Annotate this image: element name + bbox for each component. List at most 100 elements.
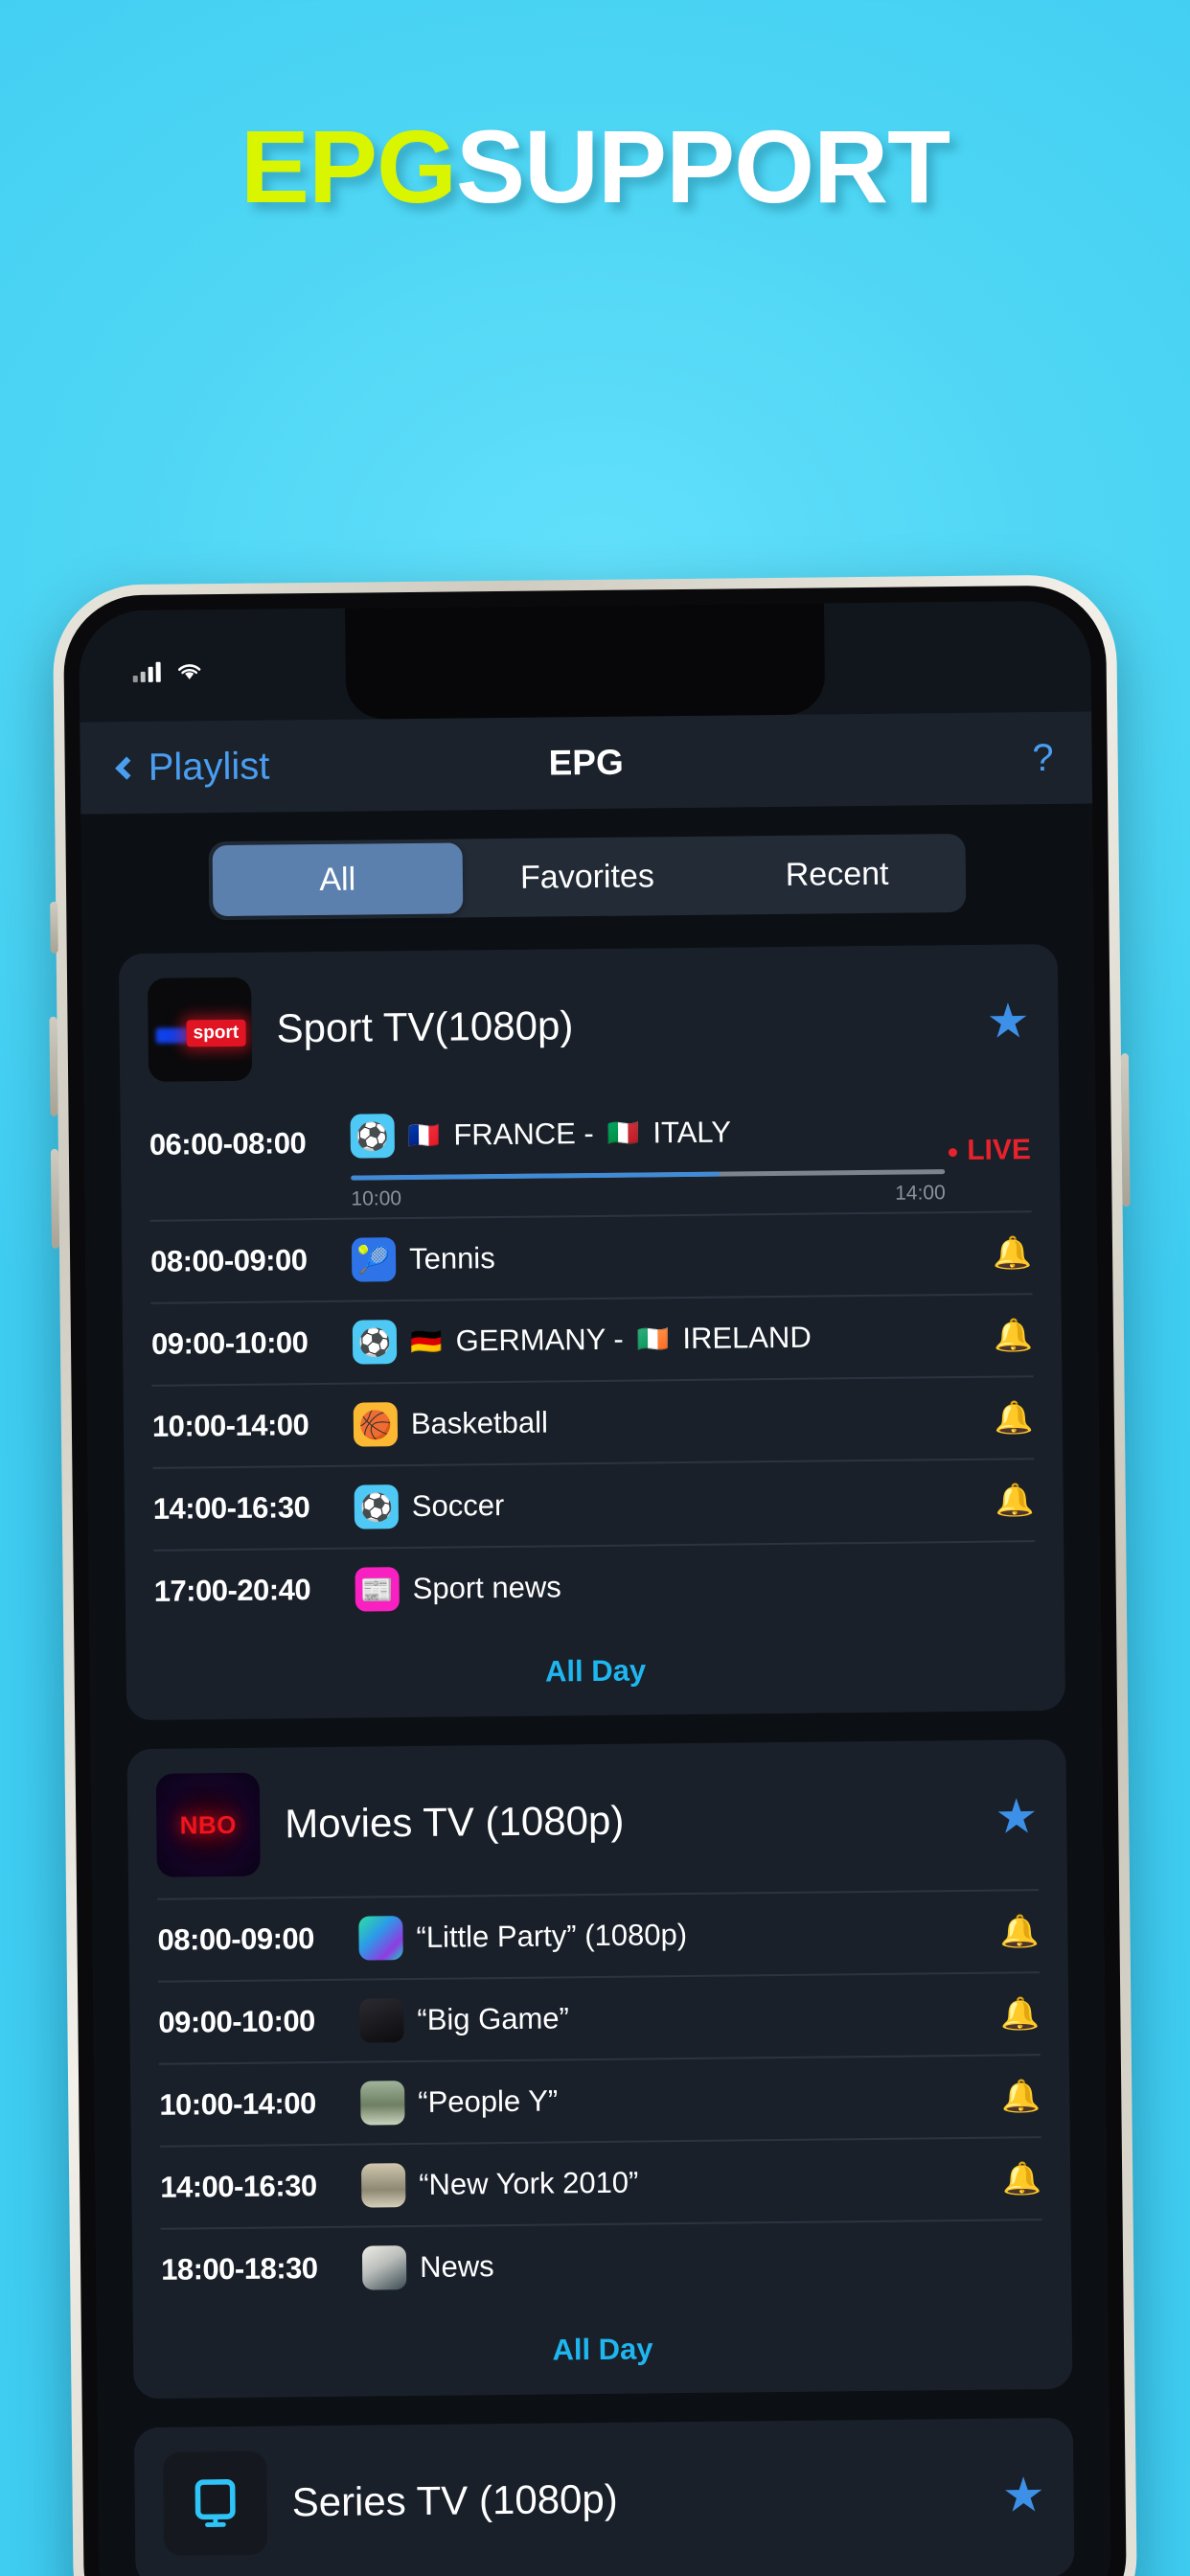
newspaper-photo-icon (361, 2245, 407, 2290)
help-button[interactable]: ? (1032, 736, 1054, 779)
reminder-bell-icon[interactable]: 🔔 (990, 1399, 1034, 1437)
program-row[interactable]: 09:00-10:00 “Big Game” 🔔 (157, 1971, 1041, 2063)
program-time: 10:00-14:00 (159, 2086, 316, 2122)
channel-logo-series-icon (163, 2450, 268, 2556)
program-row[interactable]: 14:00-16:30 “New York 2010” 🔔 (159, 2136, 1042, 2228)
channel-name: Movies TV (1080p) (285, 1797, 625, 1847)
program-row[interactable]: 08:00-09:00 🎾 Tennis 🔔 (149, 1210, 1033, 1302)
volume-down-button[interactable] (50, 1148, 59, 1249)
movie-thumbnail-icon (360, 2163, 406, 2208)
program-time: 09:00-10:00 (158, 2004, 316, 2039)
progress-bar-track (351, 1169, 946, 1181)
reminder-bell-icon[interactable]: 🔔 (997, 2160, 1041, 2197)
phone-body: Playlist EPG ? All Favorites Recent spor… (62, 585, 1128, 2576)
reminder-bell-icon[interactable]: 🔔 (988, 1234, 1032, 1272)
program-title: Sport news (412, 1570, 561, 1605)
channel-logo-nbo-icon: NBO (155, 1772, 261, 1877)
flag-ireland-icon: 🇮🇪 (636, 1324, 670, 1354)
tennis-ball-icon: 🎾 (351, 1237, 397, 1282)
progress-bar-fill (351, 1171, 720, 1181)
channel-name: Series TV (1080p) (291, 2475, 618, 2525)
segmented-control-zone: All Favorites Recent (80, 803, 1094, 954)
program-row[interactable]: 10:00-14:00 🏀 Basketball 🔔 (151, 1375, 1035, 1467)
back-button-label: Playlist (148, 745, 270, 789)
program-row-live[interactable]: 06:00-08:00 ⚽ 🇫🇷 FRANCE - 🇮🇹 ITALY 10:00… (149, 1093, 1031, 1220)
progress-end-time: 14:00 (895, 1182, 946, 1205)
back-button[interactable]: Playlist (115, 745, 270, 790)
program-title: News (419, 2249, 494, 2284)
wifi-icon (177, 664, 201, 679)
channel-card-series-tv[interactable]: Series TV (1080p) ★ (133, 2417, 1075, 2576)
program-title: “Little Party” (1080p) (416, 1918, 688, 1954)
program-time: 14:00-16:30 (152, 1490, 310, 1526)
program-row[interactable]: 08:00-09:00 “Little Party” (1080p) 🔔 (157, 1889, 1040, 1981)
program-title: “Big Game” (417, 2001, 570, 2036)
channel-logo-text: sport (186, 1019, 246, 1047)
segmented-control[interactable]: All Favorites Recent (208, 833, 967, 921)
tab-favorites[interactable]: Favorites (462, 840, 712, 914)
channel-header[interactable]: sport Sport TV(1080p) ★ (119, 944, 1060, 1103)
volume-up-button[interactable] (49, 1016, 58, 1116)
program-title: “New York 2010” (419, 2165, 639, 2201)
program-title: Tennis (408, 1241, 495, 1276)
program-row[interactable]: 18:00-18:30 News (160, 2219, 1043, 2311)
reminder-bell-icon[interactable]: 🔔 (995, 1995, 1040, 2033)
program-time: 09:00-10:00 (150, 1325, 309, 1361)
program-time: 06:00-08:00 (149, 1126, 307, 1162)
progress-start-time: 10:00 (351, 1187, 402, 1210)
all-day-link[interactable]: All Day (126, 1622, 1065, 1711)
chevron-left-icon (115, 756, 139, 780)
soccer-ball-icon: ⚽ (354, 1484, 400, 1530)
program-time: 14:00-16:30 (160, 2169, 317, 2204)
program-row[interactable]: 10:00-14:00 “People Y” 🔔 (158, 2054, 1041, 2146)
program-row[interactable]: 09:00-10:00 ⚽ 🇩🇪 GERMANY - 🇮🇪 IRELAND 🔔 (150, 1293, 1034, 1385)
program-rows: 06:00-08:00 ⚽ 🇫🇷 FRANCE - 🇮🇹 ITALY 10:00… (120, 1093, 1064, 1632)
reminder-bell-icon[interactable]: 🔔 (996, 2078, 1041, 2115)
live-badge: LIVE (949, 1107, 1031, 1167)
program-title-right: IRELAND (682, 1320, 812, 1356)
channel-list[interactable]: sport Sport TV(1080p) ★ 06:00-08:00 ⚽ 🇫🇷… (81, 943, 1111, 2576)
movie-thumbnail-icon (360, 2081, 405, 2126)
channel-header[interactable]: NBO Movies TV (1080p) ★ (126, 1739, 1067, 1898)
all-day-link[interactable]: All Day (133, 2301, 1073, 2389)
reminder-bell-active-icon[interactable]: 🔔 (989, 1317, 1033, 1354)
hero-word-epg: EPG (240, 108, 457, 224)
silent-switch[interactable] (50, 901, 58, 954)
channel-header[interactable]: Series TV (1080p) ★ (134, 2418, 1075, 2576)
newspaper-icon: 📰 (355, 1567, 400, 1612)
live-dot-icon (949, 1147, 958, 1157)
program-title-left: GERMANY - (455, 1322, 624, 1358)
channel-card-sport-tv[interactable]: sport Sport TV(1080p) ★ 06:00-08:00 ⚽ 🇫🇷… (118, 943, 1066, 1721)
flag-italy-icon: 🇮🇹 (606, 1118, 640, 1148)
status-bar (79, 601, 1091, 723)
program-title: Soccer (411, 1487, 505, 1523)
favorite-star-icon[interactable]: ★ (1002, 2468, 1045, 2521)
program-row[interactable]: 14:00-16:30 ⚽ Soccer 🔔 (152, 1458, 1036, 1550)
program-row[interactable]: 17:00-20:40 📰 Sport news (153, 1540, 1037, 1632)
cellular-signal-icon (132, 661, 161, 682)
program-title-left: FRANCE - (453, 1116, 594, 1152)
flag-germany-icon: 🇩🇪 (409, 1326, 443, 1357)
favorite-star-icon[interactable]: ★ (986, 994, 1029, 1047)
tab-all[interactable]: All (212, 842, 464, 917)
tab-recent[interactable]: Recent (712, 838, 962, 911)
channel-name: Sport TV(1080p) (276, 1002, 574, 1051)
program-time: 08:00-09:00 (149, 1243, 308, 1278)
program-title: “People Y” (418, 2083, 559, 2119)
program-time: 17:00-20:40 (153, 1573, 311, 1608)
favorite-star-icon[interactable]: ★ (995, 1789, 1038, 1843)
phone-mockup: Playlist EPG ? All Favorites Recent spor… (49, 574, 1138, 2576)
channel-logo-text: NBO (179, 1809, 238, 1840)
phone-bezel: Playlist EPG ? All Favorites Recent spor… (49, 574, 1138, 2576)
nav-bar: Playlist EPG ? (80, 711, 1093, 815)
basketball-icon: 🏀 (353, 1402, 399, 1447)
soccer-ball-icon: ⚽ (352, 1320, 398, 1365)
power-button[interactable] (1120, 1053, 1131, 1208)
soccer-ball-icon: ⚽ (350, 1114, 395, 1159)
program-title: Basketball (410, 1405, 549, 1440)
program-time: 10:00-14:00 (151, 1408, 309, 1443)
reminder-bell-icon[interactable]: 🔔 (991, 1482, 1035, 1519)
channel-card-movies-tv[interactable]: NBO Movies TV (1080p) ★ 08:00-09:00 “Lit… (126, 1738, 1073, 2400)
program-rows: 08:00-09:00 “Little Party” (1080p) 🔔 09:… (128, 1889, 1071, 2311)
reminder-bell-icon[interactable]: 🔔 (995, 1913, 1039, 1950)
